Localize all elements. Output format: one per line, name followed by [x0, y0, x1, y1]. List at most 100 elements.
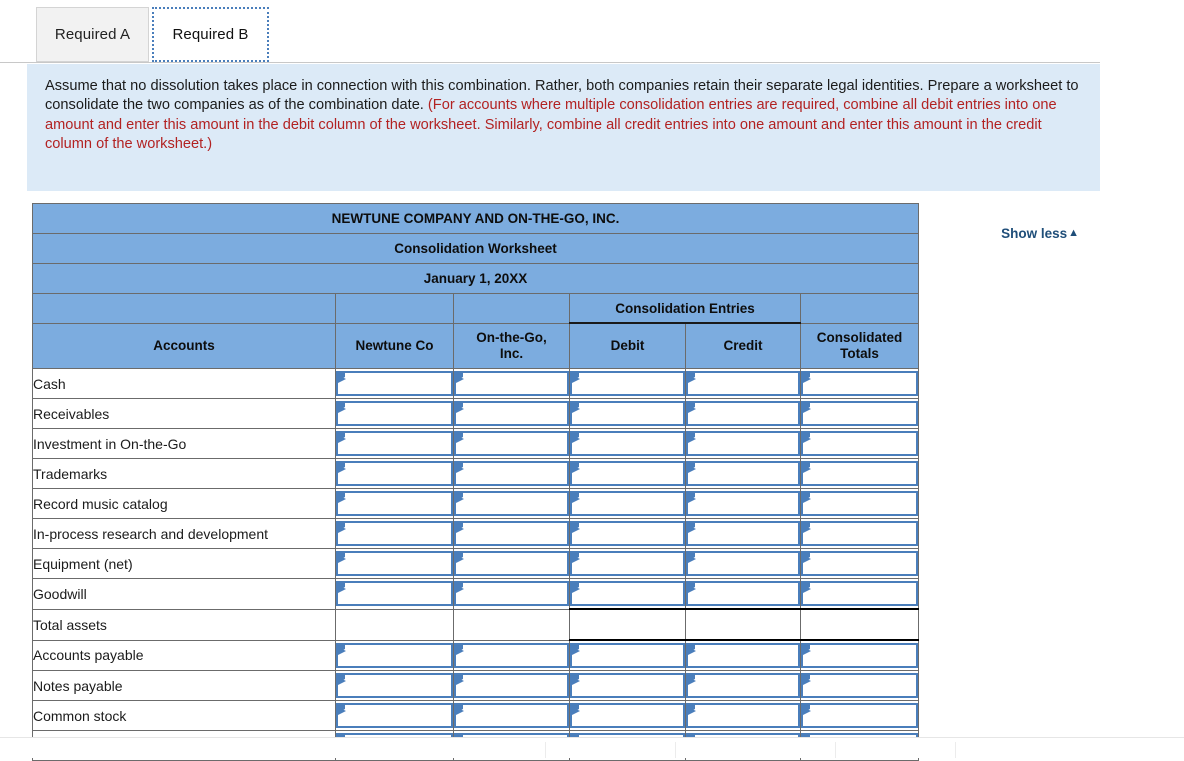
input-cell-newtune[interactable]: [335, 578, 454, 610]
input-cell-debit[interactable]: [569, 398, 686, 429]
input-cell-debit[interactable]: [569, 700, 686, 731]
input-cell-onthego[interactable]: [453, 398, 570, 429]
value-input[interactable]: [454, 581, 569, 607]
input-cell-consolidated-total[interactable]: [800, 670, 919, 701]
input-cell-newtune[interactable]: [335, 518, 454, 549]
value-input[interactable]: [801, 673, 918, 698]
input-cell-credit[interactable]: [685, 578, 801, 610]
input-cell-debit[interactable]: [569, 368, 686, 399]
input-cell-consolidated-total[interactable]: [800, 398, 919, 429]
value-input[interactable]: [686, 673, 800, 698]
input-cell-onthego[interactable]: [453, 670, 570, 701]
input-cell-credit[interactable]: [685, 458, 801, 489]
value-input[interactable]: [570, 551, 685, 576]
value-input[interactable]: [801, 491, 918, 516]
value-input[interactable]: [801, 703, 918, 728]
value-input[interactable]: [570, 491, 685, 516]
tab-required-b[interactable]: Required B: [152, 7, 269, 62]
value-input[interactable]: [801, 431, 918, 456]
value-input[interactable]: [570, 581, 685, 606]
input-cell-onthego[interactable]: [453, 548, 570, 579]
input-cell-credit[interactable]: [685, 548, 801, 579]
value-input[interactable]: [336, 521, 453, 546]
value-input[interactable]: [570, 371, 685, 396]
input-cell-newtune[interactable]: [335, 700, 454, 731]
input-cell-onthego[interactable]: [453, 700, 570, 731]
input-cell-debit[interactable]: [569, 639, 686, 671]
value-input[interactable]: [686, 491, 800, 516]
value-input[interactable]: [570, 673, 685, 698]
value-input[interactable]: [686, 461, 800, 486]
input-cell-consolidated-total[interactable]: [800, 700, 919, 731]
input-cell-debit[interactable]: [569, 488, 686, 519]
value-input[interactable]: [801, 581, 918, 606]
value-input[interactable]: [454, 431, 569, 456]
input-cell-credit[interactable]: [685, 428, 801, 459]
value-input[interactable]: [454, 491, 569, 516]
value-input[interactable]: [570, 703, 685, 728]
input-cell-debit[interactable]: [569, 428, 686, 459]
input-cell-onthego[interactable]: [453, 368, 570, 399]
value-input[interactable]: [336, 401, 453, 426]
input-cell-newtune[interactable]: [335, 670, 454, 701]
input-cell-credit[interactable]: [685, 670, 801, 701]
input-cell-debit[interactable]: [569, 578, 686, 610]
input-cell-consolidated-total[interactable]: [800, 548, 919, 579]
value-input[interactable]: [686, 643, 800, 668]
input-cell-debit[interactable]: [569, 548, 686, 579]
value-input[interactable]: [454, 673, 569, 698]
input-cell-credit[interactable]: [685, 398, 801, 429]
input-cell-consolidated-total[interactable]: [800, 368, 919, 399]
value-input[interactable]: [336, 703, 453, 728]
value-input[interactable]: [686, 431, 800, 456]
value-input[interactable]: [336, 551, 453, 576]
input-cell-debit[interactable]: [569, 518, 686, 549]
value-input[interactable]: [336, 642, 453, 668]
value-input[interactable]: [336, 431, 453, 456]
value-input[interactable]: [570, 461, 685, 486]
value-input[interactable]: [454, 703, 569, 728]
value-input[interactable]: [336, 491, 453, 516]
value-input[interactable]: [336, 371, 453, 396]
value-input[interactable]: [801, 643, 918, 668]
input-cell-newtune[interactable]: [335, 428, 454, 459]
value-input[interactable]: [336, 581, 453, 607]
value-input[interactable]: [801, 551, 918, 576]
input-cell-consolidated-total[interactable]: [800, 488, 919, 519]
value-input[interactable]: [570, 643, 685, 668]
input-cell-credit[interactable]: [685, 488, 801, 519]
value-input[interactable]: [454, 642, 569, 668]
input-cell-newtune[interactable]: [335, 488, 454, 519]
input-cell-onthego[interactable]: [453, 518, 570, 549]
value-input[interactable]: [454, 461, 569, 486]
value-input[interactable]: [801, 461, 918, 486]
input-cell-onthego[interactable]: [453, 488, 570, 519]
tab-required-a[interactable]: Required A: [36, 7, 149, 62]
input-cell-onthego[interactable]: [453, 428, 570, 459]
value-input[interactable]: [801, 521, 918, 546]
show-less-label[interactable]: Show less: [1001, 226, 1067, 241]
value-input[interactable]: [686, 551, 800, 576]
show-less-control[interactable]: Show less ▲: [1001, 226, 1079, 241]
value-input[interactable]: [686, 401, 800, 426]
value-input[interactable]: [801, 371, 918, 396]
value-input[interactable]: [454, 551, 569, 576]
value-input[interactable]: [686, 521, 800, 546]
input-cell-credit[interactable]: [685, 639, 801, 671]
input-cell-onthego[interactable]: [453, 578, 570, 610]
value-input[interactable]: [801, 401, 918, 426]
value-input[interactable]: [570, 431, 685, 456]
input-cell-newtune[interactable]: [335, 368, 454, 399]
input-cell-onthego[interactable]: [453, 639, 570, 671]
input-cell-consolidated-total[interactable]: [800, 518, 919, 549]
value-input[interactable]: [336, 673, 453, 698]
input-cell-credit[interactable]: [685, 700, 801, 731]
value-input[interactable]: [336, 461, 453, 486]
input-cell-consolidated-total[interactable]: [800, 458, 919, 489]
input-cell-consolidated-total[interactable]: [800, 428, 919, 459]
value-input[interactable]: [454, 371, 569, 396]
input-cell-debit[interactable]: [569, 458, 686, 489]
input-cell-newtune[interactable]: [335, 639, 454, 671]
value-input[interactable]: [454, 521, 569, 546]
input-cell-credit[interactable]: [685, 518, 801, 549]
